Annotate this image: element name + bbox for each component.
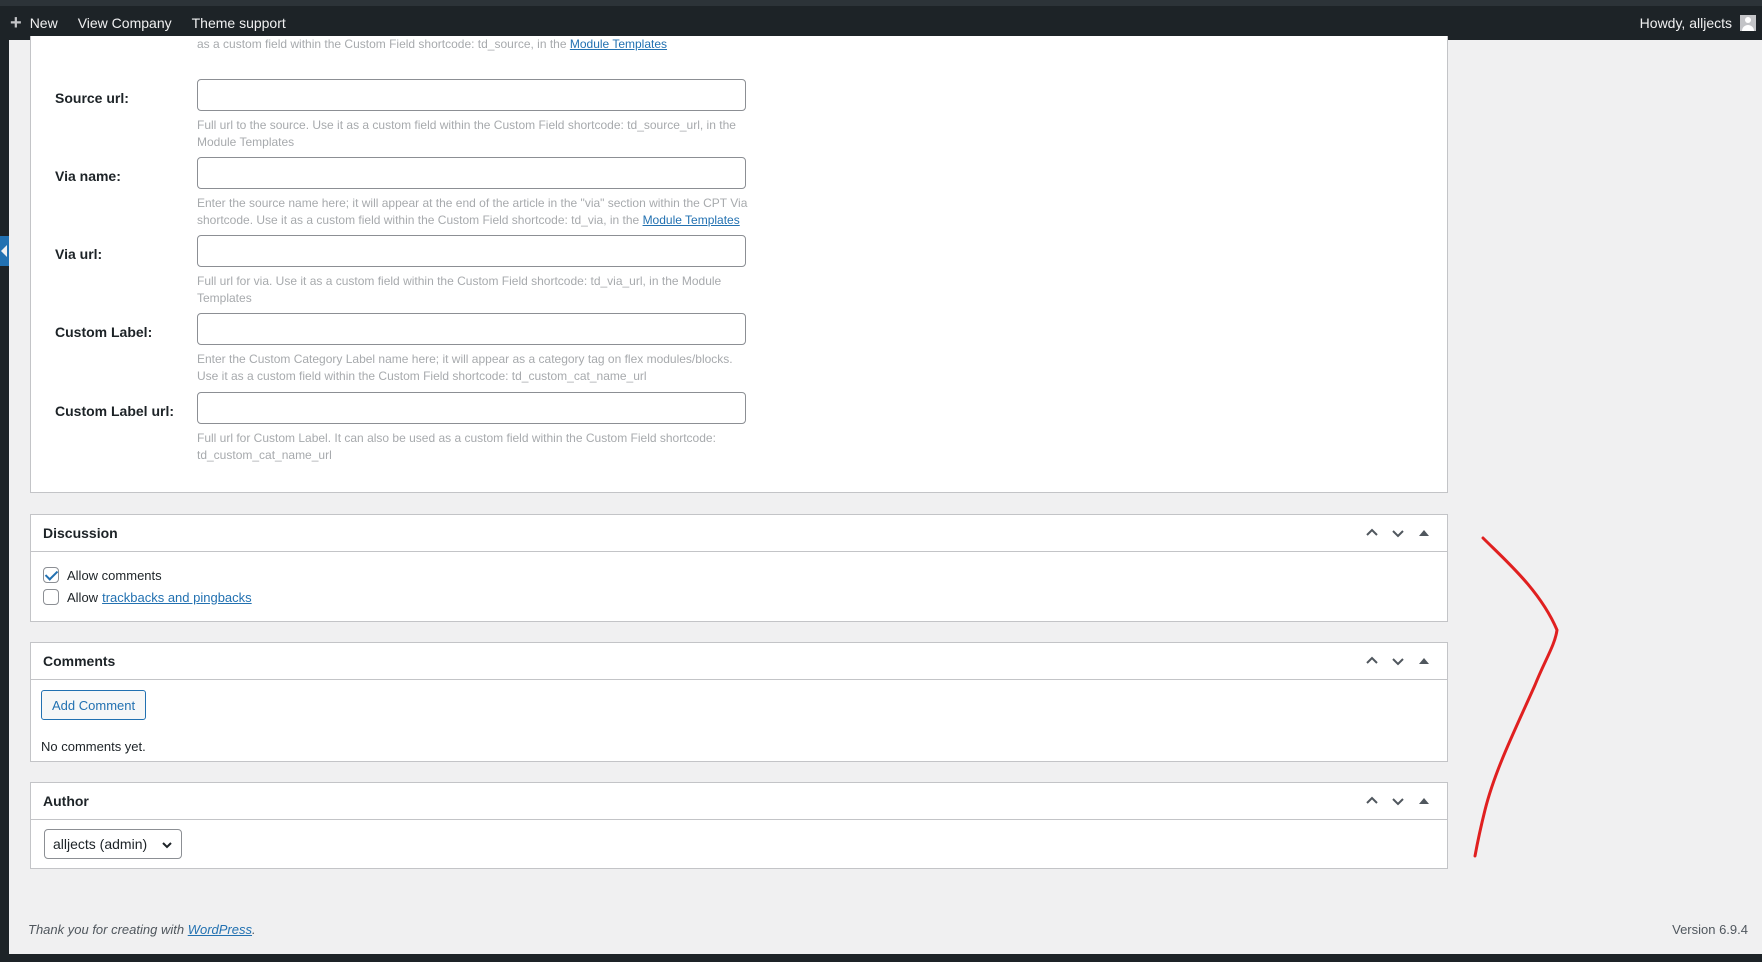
footer-thanks-suffix: .	[252, 922, 256, 937]
allow-pings-checkbox[interactable]	[43, 589, 59, 605]
via-name-desc: Enter the source name here; it will appe…	[197, 195, 757, 229]
allow-comments-checkbox[interactable]	[43, 567, 59, 583]
source-url-input[interactable]	[197, 79, 746, 111]
via-name-input[interactable]	[197, 157, 746, 189]
comments-header: Comments	[31, 643, 1447, 680]
collapse-menu-icon[interactable]	[0, 236, 9, 266]
move-up-icon[interactable]	[1359, 788, 1385, 814]
custom-label-url-label: Custom Label url:	[55, 403, 175, 419]
annotation-bracket	[1473, 536, 1559, 858]
meta-fields-box: as a custom field within the Custom Fiel…	[30, 36, 1448, 493]
my-account-menu[interactable]: Howdy, alljects	[1640, 0, 1762, 40]
view-company-label: View Company	[77, 15, 172, 31]
via-module-templates-link[interactable]: Module Templates	[643, 213, 740, 227]
author-header: Author	[31, 783, 1447, 820]
admin-menu-strip	[0, 40, 9, 962]
move-up-icon[interactable]	[1359, 648, 1385, 674]
admin-bar: + New View Company Theme support Howdy, …	[0, 0, 1762, 40]
view-company-link[interactable]: View Company	[68, 0, 182, 40]
toggle-panel-icon[interactable]	[1411, 520, 1437, 546]
new-content-menu[interactable]: + New	[0, 0, 68, 40]
custom-label-label: Custom Label:	[55, 324, 153, 340]
via-url-label: Via url:	[55, 246, 103, 262]
via-url-desc: Full url for via. Use it as a custom fie…	[197, 274, 722, 305]
theme-support-label: Theme support	[191, 15, 286, 31]
via-url-input[interactable]	[197, 235, 746, 267]
author-selected-value: alljects (admin)	[53, 836, 148, 852]
no-comments-text: No comments yet.	[41, 739, 146, 754]
custom-label-url-desc: Full url for Custom Label. It can also b…	[197, 431, 716, 462]
discussion-box: Discussion Allow comments Allow trackbac…	[30, 514, 1448, 622]
custom-label-url-input[interactable]	[197, 392, 746, 424]
source-url-label: Source url:	[55, 90, 129, 106]
allow-comments-label: Allow comments	[67, 567, 162, 583]
custom-label-input[interactable]	[197, 313, 746, 345]
footer-version: Version 6.9.4	[1672, 922, 1748, 937]
allow-pings-label: Allow	[67, 589, 99, 605]
move-down-icon[interactable]	[1385, 520, 1411, 546]
add-comment-button[interactable]: Add Comment	[41, 690, 147, 720]
author-select[interactable]: alljects (admin)	[44, 829, 183, 859]
comments-box: Comments Add Comment No comments yet.	[30, 642, 1448, 762]
footer-thanks-text: Thank you for creating with	[28, 922, 185, 937]
module-templates-link[interactable]: Module Templates	[570, 37, 667, 51]
chevron-down-icon	[162, 842, 172, 849]
custom-label-desc: Enter the Custom Category Label name her…	[197, 352, 733, 383]
footer-thanks: Thank you for creating with WordPress.	[28, 922, 256, 937]
author-title: Author	[43, 793, 89, 809]
discussion-header: Discussion	[31, 515, 1447, 552]
comments-title: Comments	[43, 653, 116, 669]
move-down-icon[interactable]	[1385, 648, 1411, 674]
move-down-icon[interactable]	[1385, 788, 1411, 814]
plus-icon: +	[10, 12, 22, 34]
avatar-icon	[1740, 15, 1756, 31]
author-box: Author alljects (admin)	[30, 782, 1448, 869]
source-url-desc: Full url to the source. Use it as a cust…	[197, 118, 736, 149]
howdy-label: Howdy, alljects	[1639, 15, 1732, 31]
wordpress-link[interactable]: WordPress	[188, 922, 252, 937]
discussion-title: Discussion	[43, 525, 118, 541]
toggle-panel-icon[interactable]	[1411, 788, 1437, 814]
new-label: New	[29, 15, 58, 31]
allow-comments-row: Allow comments	[43, 567, 162, 583]
via-name-label: Via name:	[55, 168, 121, 184]
bottom-bar	[0, 954, 1762, 962]
move-up-icon[interactable]	[1359, 520, 1385, 546]
theme-support-link[interactable]: Theme support	[182, 0, 296, 40]
toggle-panel-icon[interactable]	[1411, 648, 1437, 674]
trackbacks-link[interactable]: trackbacks and pingbacks	[102, 590, 252, 605]
source-name-desc: as a custom field within the Custom Fiel…	[197, 36, 757, 53]
source-name-desc-text: as a custom field within the Custom Fiel…	[197, 37, 567, 51]
allow-pings-row: Allow trackbacks and pingbacks	[43, 589, 252, 605]
